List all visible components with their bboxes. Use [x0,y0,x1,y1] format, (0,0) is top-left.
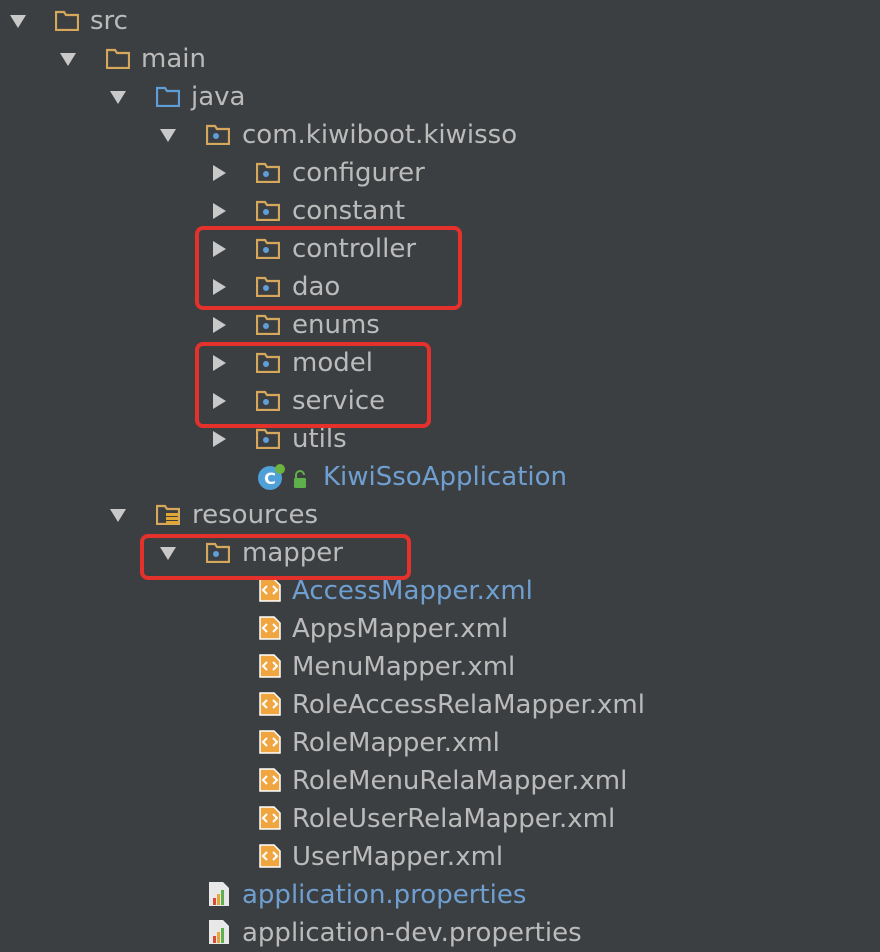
tree-node-properties-file[interactable]: application-dev.properties [0,914,880,952]
properties-file-icon [209,882,229,906]
tree-node-xml-file[interactable]: RoleMapper.xml [0,724,880,762]
source-folder-icon [156,86,180,107]
package-icon [256,162,280,183]
tree-label-properties-file: application.properties [242,880,527,910]
tree-label-resources: resources [192,500,319,530]
tree-node-service[interactable]: service [0,382,880,420]
highlight-box-mapper [140,534,411,580]
chevron-right-icon[interactable] [213,431,226,447]
tree-node-xml-file[interactable]: RoleMenuRelaMapper.xml [0,762,880,800]
tree-label-src: src [90,6,128,36]
chevron-right-icon[interactable] [213,203,226,219]
chevron-right-icon[interactable] [213,165,226,181]
folder-icon [106,48,130,69]
tree-node-xml-file[interactable]: RoleAccessRelaMapper.xml [0,686,880,724]
xml-file-icon [259,844,281,868]
tree-label-xml-file: UserMapper.xml [292,842,504,872]
tree-label-package: com.kiwiboot.kiwisso [242,120,518,150]
chevron-right-icon[interactable] [213,317,226,333]
tree-label-xml-file: RoleMenuRelaMapper.xml [292,766,628,796]
xml-file-icon [259,730,281,754]
xml-file-icon [259,616,281,640]
tree-node-properties-file[interactable]: application.properties [0,876,880,914]
chevron-down-icon[interactable] [110,509,126,522]
xml-file-icon [259,578,281,602]
tree-node-xml-file[interactable]: RoleUserRelaMapper.xml [0,800,880,838]
package-icon [206,124,230,145]
tree-node-java[interactable]: java [0,78,880,116]
properties-file-icon [209,920,229,944]
svg-text:C: C [264,469,276,488]
tree-label-application-class: KiwiSsoApplication [323,462,567,492]
tree-node-enums[interactable]: enums [0,306,880,344]
highlight-box-controller-dao [195,226,462,310]
xml-file-icon [259,806,281,830]
tree-node-configurer[interactable]: configurer [0,154,880,192]
resources-folder-icon [156,504,180,525]
tree-node-model[interactable]: model [0,344,880,382]
tree-label-enums: enums [292,310,380,340]
tree-label-constant: constant [292,196,406,226]
tree-node-package[interactable]: com.kiwiboot.kiwisso [0,116,880,154]
tree-node-xml-file[interactable]: AccessMapper.xml [0,572,880,610]
xml-file-icon [259,692,281,716]
tree-node-xml-file[interactable]: UserMapper.xml [0,838,880,876]
xml-file-icon [259,654,281,678]
tree-node-application-class[interactable]: C KiwiSsoApplication [0,458,880,496]
tree-node-mapper[interactable]: mapper [0,534,880,572]
tree-label-xml-file: MenuMapper.xml [292,652,516,682]
package-icon [256,428,280,449]
tree-label-properties-file: application-dev.properties [242,918,582,948]
folder-icon [55,10,79,31]
spring-boot-class-icon: C [258,464,285,490]
tree-label-xml-file: AppsMapper.xml [292,614,509,644]
xml-file-icon [259,768,281,792]
tree-label-xml-file: RoleAccessRelaMapper.xml [292,690,645,720]
lock-icon [294,470,306,488]
tree-label-xml-file: RoleMapper.xml [292,728,500,758]
tree-node-main[interactable]: main [0,40,880,78]
chevron-down-icon[interactable] [60,53,76,66]
package-icon [256,200,280,221]
tree-node-utils[interactable]: utils [0,420,880,458]
tree-label-main: main [141,44,206,74]
tree-label-xml-file: RoleUserRelaMapper.xml [292,804,616,834]
chevron-down-icon[interactable] [160,129,176,142]
highlight-box-model-service [195,342,431,428]
chevron-down-icon[interactable] [10,15,26,28]
package-icon [256,314,280,335]
tree-node-resources[interactable]: resources [0,496,880,534]
tree-label-java: java [191,82,246,112]
tree-node-src[interactable]: src [0,2,880,40]
tree-node-xml-file[interactable]: MenuMapper.xml [0,648,880,686]
tree-node-constant[interactable]: constant [0,192,880,230]
tree-label-configurer: configurer [292,158,425,188]
tree-node-xml-file[interactable]: AppsMapper.xml [0,610,880,648]
chevron-down-icon[interactable] [110,91,126,104]
